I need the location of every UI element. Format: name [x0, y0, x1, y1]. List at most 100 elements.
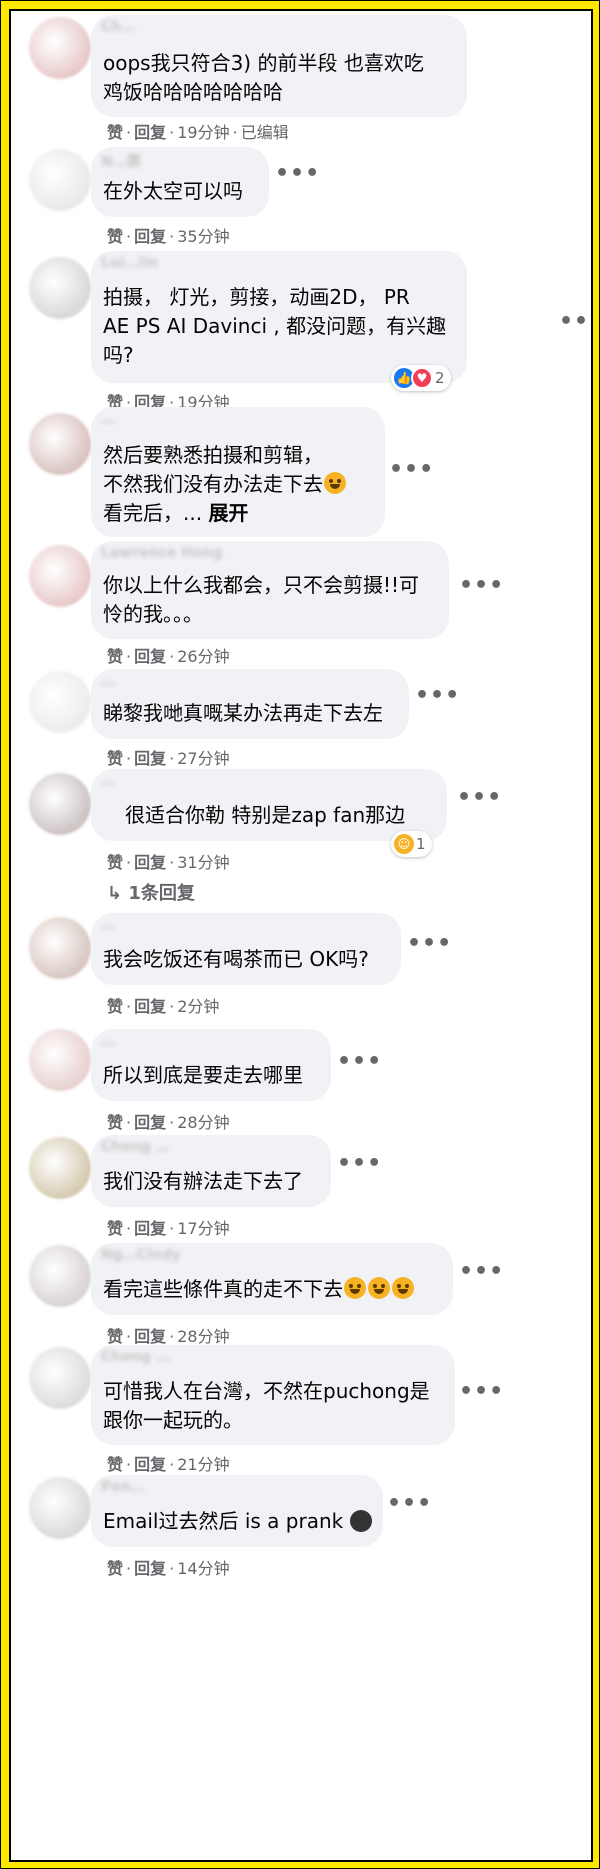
comment-actions: 赞 · 回复 · 21分钟	[107, 1451, 230, 1475]
comment-author[interactable]: Lui…lin	[101, 255, 158, 273]
avatar[interactable]	[29, 413, 91, 475]
see-more-link[interactable]: 展开	[208, 501, 248, 525]
like-button[interactable]: 赞	[107, 227, 123, 246]
more-options-icon[interactable]: •••	[459, 575, 503, 609]
more-options-icon[interactable]: •••	[337, 1051, 381, 1085]
avatar[interactable]	[29, 1347, 91, 1409]
like-button[interactable]: 赞	[107, 1559, 123, 1578]
comment-text: 看完這些條件真的走不下去	[103, 1275, 415, 1304]
like-button[interactable]: 赞	[107, 997, 123, 1016]
avatar[interactable]	[29, 773, 91, 835]
comment-author[interactable]: N…霖	[101, 151, 141, 169]
avatar[interactable]	[29, 17, 91, 79]
reply-button[interactable]: 回复	[134, 1219, 166, 1238]
avatar[interactable]	[29, 1029, 91, 1091]
comment-text: 可惜我人在台灣，不然在puchong是 跟你一起玩的。	[103, 1379, 430, 1432]
comment-actions: 赞 · 回复 · 31分钟	[107, 849, 230, 873]
more-options-icon[interactable]: •••	[387, 1493, 431, 1527]
like-button[interactable]: 赞	[107, 1113, 123, 1132]
reply-button[interactable]: 回复	[134, 853, 166, 872]
like-button[interactable]: 赞	[107, 123, 123, 142]
comment-author[interactable]: Chong …	[101, 1139, 170, 1157]
comment-bubble: Chong … 我们没有辦法走下去了	[91, 1135, 331, 1207]
comment-actions: 赞 · 回复 · 19分钟 · 已编辑	[107, 119, 289, 143]
rofl-emoji-icon	[368, 1277, 390, 1299]
reply-button[interactable]: 回复	[134, 749, 166, 768]
comment-actions: 赞 · 回复 · 35分钟	[107, 223, 230, 247]
more-options-icon[interactable]: •••	[559, 311, 591, 345]
avatar[interactable]	[29, 257, 91, 319]
more-options-icon[interactable]: •••	[275, 163, 319, 197]
reply-button[interactable]: 回复	[134, 123, 166, 142]
more-options-icon[interactable]: •••	[337, 1153, 381, 1187]
comment-actions: 赞 · 回复 · 2分钟	[107, 993, 219, 1017]
separator: ·	[169, 123, 175, 142]
more-options-icon[interactable]: •••	[459, 1261, 503, 1295]
reply-button[interactable]: 回复	[134, 1455, 166, 1474]
avatar[interactable]	[29, 545, 91, 607]
more-options-icon[interactable]: •••	[407, 933, 451, 967]
like-button[interactable]: 赞	[107, 1455, 123, 1474]
comment-timestamp[interactable]: 19分钟	[177, 123, 229, 142]
separator: ·	[169, 1113, 175, 1132]
reactions-summary[interactable]: ☺ 1	[391, 831, 432, 857]
comment-bubble: … 然后要熟悉拍摄和剪辑， 不然我们没有办法走下去 看完后，... 展开	[91, 407, 385, 537]
avatar[interactable]	[29, 1245, 91, 1307]
avatar[interactable]	[29, 1477, 91, 1539]
reply-button[interactable]: 回复	[134, 647, 166, 666]
more-options-icon[interactable]: •••	[415, 685, 459, 719]
separator: ·	[232, 123, 238, 142]
comment-timestamp[interactable]: 27分钟	[177, 749, 229, 768]
separator: ·	[126, 123, 132, 142]
comment-text-body: 看完這些條件真的走不下去	[103, 1277, 343, 1301]
comment-timestamp[interactable]: 28分钟	[177, 1113, 229, 1132]
comment-author[interactable]: …	[101, 1033, 115, 1051]
comment-timestamp[interactable]: 17分钟	[177, 1219, 229, 1238]
comment-text-body: Email过去然后 is a prank	[103, 1509, 344, 1533]
like-button[interactable]: 赞	[107, 749, 123, 768]
comment-timestamp[interactable]: 2分钟	[177, 997, 219, 1016]
comment-bubble: N…霖 在外太空可以吗	[91, 147, 269, 217]
reactions-summary[interactable]: 👍 ♥ 2	[391, 365, 451, 391]
comment-author[interactable]: …	[101, 773, 115, 791]
reply-button[interactable]: 回复	[134, 227, 166, 246]
avatar[interactable]	[29, 149, 91, 211]
like-button[interactable]: 赞	[107, 1327, 123, 1346]
view-replies-link[interactable]: ↳ 1条回复	[107, 879, 195, 905]
comment-actions: 赞 · 回复 · 28分钟	[107, 1109, 230, 1133]
comment-author[interactable]: Lawrence Hong	[101, 545, 223, 563]
separator: ·	[126, 1113, 132, 1132]
reply-button[interactable]: 回复	[134, 1113, 166, 1132]
like-button[interactable]: 赞	[107, 647, 123, 666]
comment-timestamp[interactable]: 28分钟	[177, 1327, 229, 1346]
comment-timestamp[interactable]: 35分钟	[177, 227, 229, 246]
comment-author[interactable]: …	[101, 411, 115, 429]
comment-author[interactable]: …	[101, 917, 115, 935]
avatar[interactable]	[29, 917, 91, 979]
avatar[interactable]	[29, 671, 91, 733]
reply-button[interactable]: 回复	[134, 1559, 166, 1578]
reply-button[interactable]: 回复	[134, 1327, 166, 1346]
comment-actions: 赞 · 回复 · 28分钟	[107, 1323, 230, 1347]
comment-author[interactable]: Pen…	[101, 1479, 145, 1497]
avatar[interactable]	[29, 1137, 91, 1199]
like-button[interactable]: 赞	[107, 1219, 123, 1238]
comment-author[interactable]: Chong …	[101, 1349, 170, 1367]
reply-button[interactable]: 回复	[134, 997, 166, 1016]
comment-author[interactable]: Ng…Cindy	[101, 1247, 181, 1265]
comment-author[interactable]: …	[101, 673, 115, 691]
separator: ·	[126, 1559, 132, 1578]
separator: ·	[169, 997, 175, 1016]
more-options-icon[interactable]: •••	[457, 787, 501, 821]
more-options-icon[interactable]: •••	[389, 459, 433, 493]
separator: ·	[126, 853, 132, 872]
comment-timestamp[interactable]: 26分钟	[177, 647, 229, 666]
edited-label: 已编辑	[240, 123, 289, 142]
like-button[interactable]: 赞	[107, 853, 123, 872]
comment-timestamp[interactable]: 21分钟	[177, 1455, 229, 1474]
comment-timestamp[interactable]: 14分钟	[177, 1559, 229, 1578]
comment-actions: 赞 · 回复 · 14分钟	[107, 1555, 230, 1579]
more-options-icon[interactable]: •••	[459, 1381, 503, 1415]
comment-author[interactable]: Ch…	[101, 19, 135, 37]
comment-timestamp[interactable]: 31分钟	[177, 853, 229, 872]
